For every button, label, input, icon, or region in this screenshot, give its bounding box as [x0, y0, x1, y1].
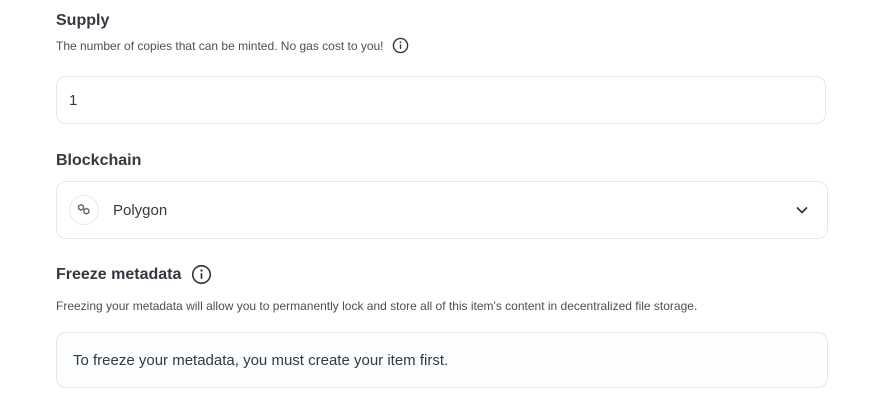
blockchain-title: Blockchain	[56, 151, 141, 171]
freeze-notice: To freeze your metadata, you must create…	[56, 332, 828, 388]
create-item-form: Supply The number of copies that can be …	[0, 0, 871, 405]
info-icon[interactable]	[392, 37, 409, 54]
chevron-down-icon[interactable]	[795, 203, 809, 217]
polygon-icon	[69, 195, 99, 225]
supply-input[interactable]: 1	[56, 76, 826, 124]
freeze-notice-text: To freeze your metadata, you must create…	[73, 351, 449, 369]
freeze-help-text: Freezing your metadata will allow you to…	[56, 299, 698, 313]
supply-input-value: 1	[69, 91, 78, 109]
supply-help: The number of copies that can be minted.…	[56, 37, 409, 54]
freeze-help: Freezing your metadata will allow you to…	[56, 298, 697, 314]
blockchain-title-label: Blockchain	[56, 152, 142, 169]
blockchain-selected-label: Polygon	[113, 201, 168, 219]
supply-title-label: Supply	[56, 12, 110, 29]
freeze-title: Freeze metadata	[56, 264, 212, 285]
supply-title: Supply	[56, 11, 109, 31]
supply-help-text: The number of copies that can be minted.…	[56, 38, 384, 53]
blockchain-select[interactable]: Polygon	[56, 181, 828, 239]
info-icon[interactable]	[191, 264, 212, 285]
freeze-title-label: Freeze metadata	[56, 265, 182, 283]
